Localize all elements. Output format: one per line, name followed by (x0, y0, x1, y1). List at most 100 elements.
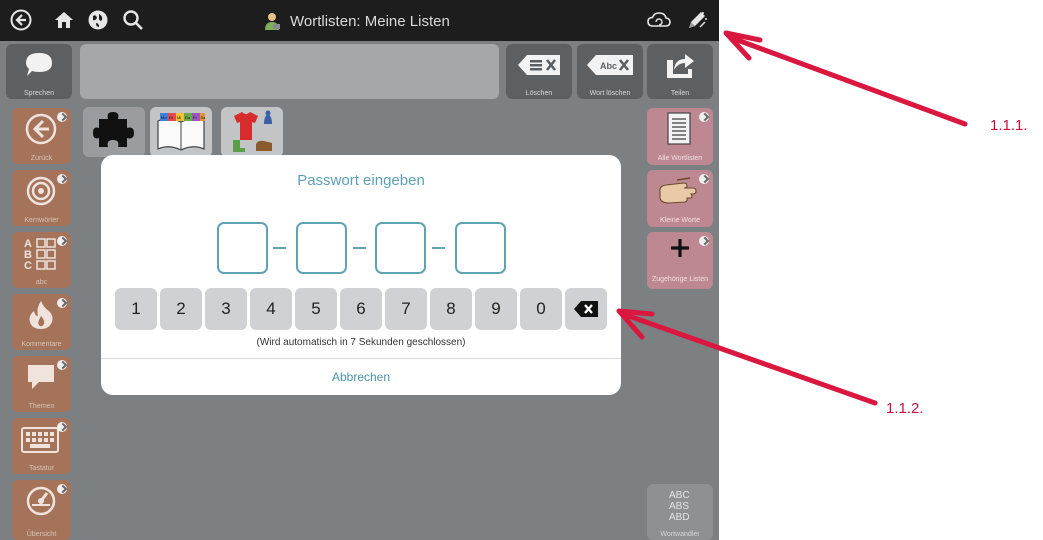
left-item-comments[interactable]: Kommentare (12, 294, 71, 350)
key-3[interactable]: 3 (205, 288, 247, 330)
globe-icon[interactable] (87, 9, 109, 31)
cancel-button[interactable]: Abbrechen (101, 370, 621, 384)
home-icon[interactable] (53, 9, 75, 31)
pin-separator (432, 247, 445, 249)
annotation-label-1: 1.1.1. (990, 117, 1028, 134)
pin-digit-4[interactable] (455, 222, 506, 274)
key-4[interactable]: 4 (250, 288, 292, 330)
right-item-related-lists[interactable]: Zugehörige Listen (647, 232, 713, 289)
key-9[interactable]: 9 (475, 288, 517, 330)
title-area: Wortlisten: Meine Listen (262, 8, 450, 34)
weekday-label: Do (185, 115, 191, 120)
left-item-core-words[interactable]: Kernwörter (12, 170, 71, 226)
pin-digit-3[interactable] (375, 222, 426, 274)
delete-icon (518, 55, 560, 75)
wortwandler-glyph-line: ABC (669, 490, 690, 501)
delete-label: Löschen (525, 90, 553, 97)
expand-icon (57, 422, 67, 432)
right-item-all-wordlists[interactable]: Alle Wortlisten (647, 108, 713, 165)
cloud-sync-icon[interactable] (646, 9, 672, 31)
right-item-label: Zugehörige Listen (651, 276, 709, 283)
left-item-label: Tastatur (29, 465, 54, 472)
fire-icon (29, 301, 53, 329)
expand-icon (699, 236, 709, 246)
user-icon (265, 13, 280, 30)
wortwandler-glyph-line: ABS (669, 501, 689, 512)
right-item-label: Kleine Worte (660, 217, 700, 224)
category-card-clothes[interactable] (221, 107, 283, 157)
left-item-topics[interactable]: Themen (12, 356, 71, 412)
plus-icon (671, 239, 689, 257)
share-icon (667, 54, 694, 78)
right-item-label: Alle Wortlisten (657, 155, 703, 162)
share-button[interactable]: Teilen (647, 44, 713, 99)
expand-icon (57, 174, 67, 184)
search-icon[interactable] (122, 9, 144, 31)
category-card-weekdays[interactable]: Mo Di Mi Do Fr Sa (150, 107, 212, 157)
backspace-key[interactable] (565, 288, 607, 330)
weekday-label: Di (169, 115, 173, 120)
wortwandler-button[interactable]: ABC ABS ABD Wortwandler (647, 484, 713, 540)
left-item-overview[interactable]: Übersicht (12, 480, 71, 540)
page-title: Wortlisten: Meine Listen (290, 12, 450, 30)
annotation-arrowhead-1 (723, 30, 763, 61)
hand-icon (659, 177, 697, 204)
alphabet-grid-icon: A B C (24, 238, 56, 272)
key-5[interactable]: 5 (295, 288, 337, 330)
pin-digit-1[interactable] (217, 222, 268, 274)
key-6[interactable]: 6 (340, 288, 382, 330)
key-7[interactable]: 7 (385, 288, 427, 330)
share-label: Teilen (670, 90, 690, 97)
pin-separator (353, 247, 366, 249)
back-icon[interactable] (10, 9, 32, 31)
weekday-label: Sa (201, 115, 207, 120)
wortwandler-glyph-line: ABD (669, 512, 690, 523)
password-dialog: Passwort eingeben 1 2 3 4 5 6 7 8 9 0 (W… (101, 155, 621, 395)
keyboard-icon (21, 427, 59, 453)
dialog-divider (101, 358, 621, 359)
delete-button[interactable]: Löschen (506, 44, 572, 99)
message-text-bar[interactable] (80, 44, 499, 99)
word-transformer-icon: ABC ABS ABD (669, 490, 690, 523)
left-item-label: Übersicht (26, 531, 57, 538)
key-0[interactable]: 0 (520, 288, 562, 330)
expand-icon (699, 112, 709, 122)
annotation-label-2: 1.1.2. (886, 400, 924, 417)
category-card-puzzle[interactable] (83, 107, 145, 157)
pin-digit-2[interactable] (296, 222, 347, 274)
left-item-keyboard[interactable]: Tastatur (12, 418, 71, 474)
top-bar: Wortlisten: Meine Listen (0, 0, 719, 41)
key-2[interactable]: 2 (160, 288, 202, 330)
speak-label: Sprechen (24, 90, 54, 97)
delete-word-label: Wort löschen (589, 90, 631, 97)
left-item-label: Kommentare (21, 341, 62, 348)
expand-icon (699, 174, 709, 184)
key-8[interactable]: 8 (430, 288, 472, 330)
expand-icon (57, 236, 67, 246)
left-item-back[interactable]: Zurück (12, 108, 71, 164)
speech-bubble-icon (28, 365, 54, 389)
right-item-small-words[interactable]: Kleine Worte (647, 170, 713, 227)
key-1[interactable]: 1 (115, 288, 157, 330)
weekday-label: Mi (177, 115, 181, 120)
edit-icon[interactable] (686, 9, 708, 31)
puzzle-icon (93, 112, 134, 147)
delete-word-icon-text: Abc (600, 61, 617, 71)
document-list-icon (667, 112, 691, 145)
left-item-label: Themen (28, 403, 55, 410)
svg-text:C: C (24, 260, 32, 272)
left-item-abc[interactable]: A B C abc (12, 232, 71, 288)
expand-icon (57, 298, 67, 308)
left-item-label: Kernwörter (24, 217, 59, 224)
annotation-arrow-1 (729, 35, 968, 127)
pin-separator (273, 247, 286, 249)
weekday-book-icon: Mo Di Mi Do Fr Sa (157, 113, 207, 151)
delete-word-button[interactable]: Abc Wort löschen (577, 44, 643, 99)
dialog-title: Passwort eingeben (297, 172, 425, 189)
speak-button[interactable]: Sprechen (6, 44, 72, 99)
dashboard-icon (26, 486, 56, 516)
wortwandler-label: Wortwandler (660, 531, 700, 538)
expand-icon (57, 484, 67, 494)
left-item-label: abc (35, 279, 48, 286)
target-icon (26, 176, 56, 206)
